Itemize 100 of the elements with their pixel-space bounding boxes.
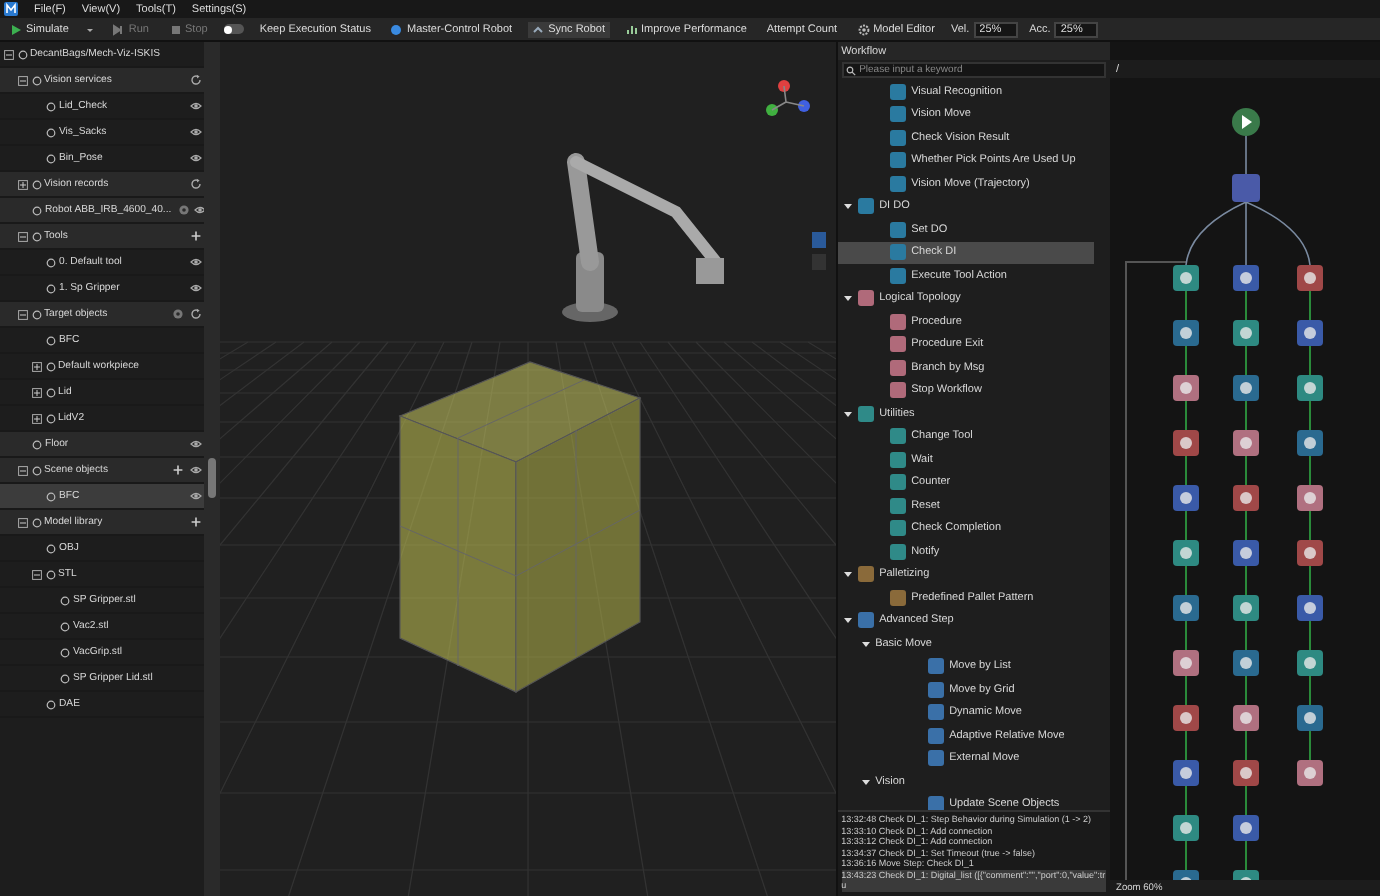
collapse-icon[interactable]	[18, 75, 28, 85]
object-icon	[60, 647, 70, 657]
eye-icon[interactable]	[189, 464, 202, 476]
workflow-node[interactable]	[1173, 705, 1200, 731]
object-icon	[31, 179, 41, 189]
workflow-node[interactable]	[1297, 375, 1324, 401]
expand-icon[interactable]	[18, 179, 28, 189]
category-icon	[857, 198, 874, 215]
object-icon	[46, 153, 56, 163]
collapse-icon[interactable]	[18, 309, 28, 319]
workflow-node[interactable]	[1297, 485, 1324, 511]
refresh-icon[interactable]	[189, 308, 202, 320]
object-icon	[17, 49, 27, 59]
object-icon	[32, 205, 42, 215]
workflow-node[interactable]	[1232, 174, 1261, 202]
workflow-node[interactable]	[1173, 595, 1200, 621]
connector-line	[1309, 455, 1312, 486]
workflow-node[interactable]	[1173, 815, 1200, 841]
workflow-node[interactable]	[1233, 430, 1260, 456]
workflow-node[interactable]	[1233, 540, 1260, 566]
workflow-node[interactable]	[1233, 375, 1260, 401]
workflow-node[interactable]	[1233, 705, 1260, 731]
category-icon	[857, 566, 874, 583]
workflow-node[interactable]	[1233, 760, 1260, 786]
workflow-node[interactable]	[1173, 485, 1200, 511]
workflow-node[interactable]	[1173, 650, 1200, 676]
axis-gizmo-icon	[765, 80, 810, 116]
workflow-node[interactable]	[1173, 375, 1200, 401]
step-icon	[889, 589, 906, 606]
collapse-icon[interactable]	[4, 49, 14, 59]
run-icon	[112, 23, 125, 35]
workflow-node[interactable]	[1297, 595, 1324, 621]
start-button[interactable]	[1232, 108, 1261, 136]
step-icon	[927, 796, 944, 810]
object-icon	[46, 127, 56, 137]
workflow-node[interactable]	[1173, 265, 1200, 291]
workflow-node[interactable]	[1297, 540, 1324, 566]
toggle-switch[interactable]	[223, 24, 244, 34]
expand-icon[interactable]	[32, 387, 42, 397]
connector-line	[1309, 675, 1312, 706]
collapse-icon	[861, 639, 870, 648]
collapse-icon[interactable]	[32, 569, 42, 579]
settings-icon[interactable]	[172, 308, 185, 320]
collapse-icon	[861, 777, 870, 786]
workflow-node[interactable]	[1173, 760, 1200, 786]
add-icon[interactable]	[189, 516, 202, 528]
object-icon	[45, 361, 55, 371]
object-icon	[32, 439, 42, 449]
collapse-icon[interactable]	[18, 231, 28, 241]
connector-line	[1245, 675, 1248, 706]
workflow-node[interactable]	[1233, 320, 1260, 346]
category-icon	[857, 612, 874, 629]
eye-icon[interactable]	[189, 438, 202, 450]
refresh-icon[interactable]	[189, 74, 202, 86]
connector-line	[1309, 345, 1312, 376]
collapse-icon[interactable]	[18, 465, 28, 475]
refresh-icon[interactable]	[189, 178, 202, 190]
eye-icon[interactable]	[189, 100, 202, 112]
workflow-node[interactable]	[1173, 540, 1200, 566]
eye-icon[interactable]	[189, 152, 202, 164]
expand-icon[interactable]	[32, 361, 42, 371]
expand-icon[interactable]	[32, 413, 42, 423]
object-icon	[31, 75, 41, 85]
eye-icon[interactable]	[189, 282, 202, 294]
eye-icon[interactable]	[189, 256, 202, 268]
workflow-node[interactable]	[1297, 760, 1324, 786]
connector-line	[1245, 400, 1248, 431]
add-icon[interactable]	[189, 230, 202, 242]
eye-icon[interactable]	[189, 490, 202, 502]
collapse-icon	[843, 409, 852, 418]
workflow-node[interactable]	[1297, 705, 1324, 731]
eye-icon[interactable]	[189, 126, 202, 138]
stop-icon	[169, 23, 181, 35]
object-icon	[45, 569, 55, 579]
workflow-node[interactable]	[1297, 430, 1324, 456]
eye-icon[interactable]	[194, 204, 204, 216]
workflow-node[interactable]	[1173, 320, 1200, 346]
object-icon	[45, 413, 55, 423]
workflow-node[interactable]	[1173, 430, 1200, 456]
workflow-node[interactable]	[1233, 265, 1260, 291]
workflow-node[interactable]	[1297, 265, 1324, 291]
collapse-icon[interactable]	[18, 517, 28, 527]
settings-icon	[857, 23, 870, 35]
connector-line	[1245, 565, 1248, 596]
workflow-node[interactable]	[1233, 815, 1260, 841]
connector-line	[1309, 400, 1312, 431]
object-icon	[46, 283, 56, 293]
caret-icon[interactable]	[84, 23, 97, 35]
settings-icon[interactable]	[177, 204, 190, 216]
workflow-node[interactable]	[1233, 485, 1260, 511]
collapse-icon	[843, 616, 852, 625]
object-icon	[60, 673, 70, 683]
add-icon[interactable]	[172, 464, 185, 476]
workflow-node[interactable]	[1233, 595, 1260, 621]
app-logo-icon	[4, 2, 18, 16]
workflow-node[interactable]	[1297, 320, 1324, 346]
connector-line	[1245, 785, 1248, 816]
workflow-node[interactable]	[1233, 650, 1260, 676]
workflow-node[interactable]	[1297, 650, 1324, 676]
object-icon	[46, 491, 56, 501]
